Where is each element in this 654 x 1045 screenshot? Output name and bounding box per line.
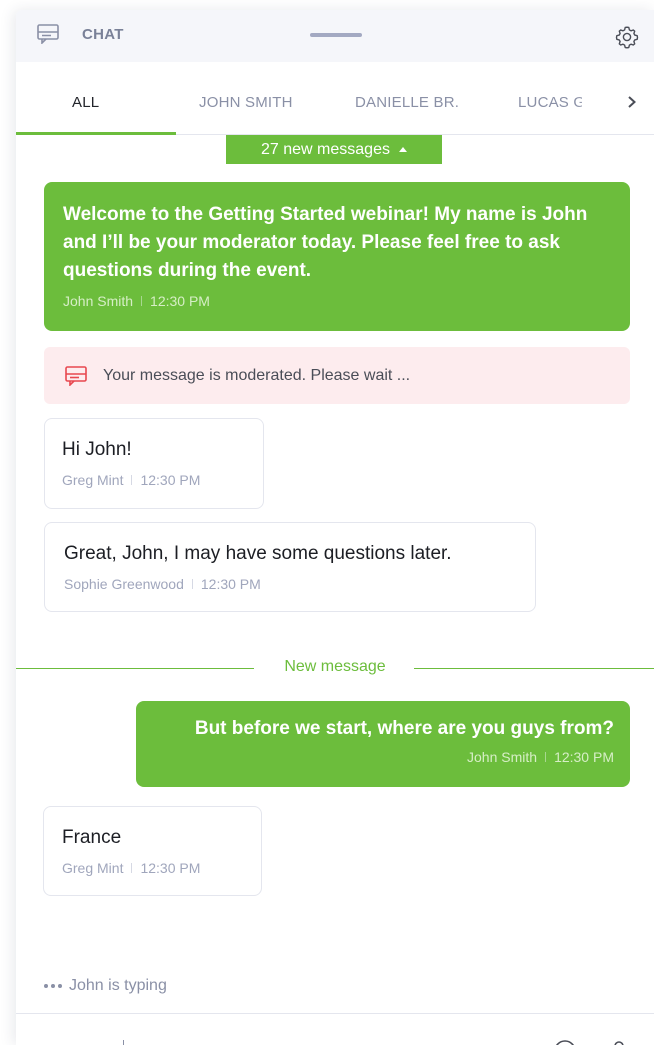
new-message-divider: New message: [16, 658, 654, 678]
chat-tabs: ALL JOHN SMITH DANIELLE BR. LUCAS GR: [16, 62, 654, 135]
typing-dots-icon: [44, 984, 62, 988]
message-meta: Greg Mint 12:30 PM: [62, 860, 245, 876]
meta-separator: [191, 579, 193, 589]
message-time: 12:30 PM: [150, 293, 210, 309]
message-bubble-incoming: France Greg Mint 12:30 PM: [43, 806, 262, 896]
moderation-notice: Your message is moderated. Please wait .…: [44, 347, 630, 404]
meta-separator: [131, 863, 133, 873]
chevron-right-icon[interactable]: [626, 95, 638, 109]
message-bubble-outgoing: But before we start, where are you guys …: [136, 701, 630, 787]
tab-all[interactable]: ALL: [72, 94, 99, 111]
message-time: 12:30 PM: [140, 860, 201, 876]
message-bubble-outgoing: Welcome to the Getting Started webinar! …: [44, 182, 630, 331]
message-bubble-incoming: Hi John! Greg Mint 12:30 PM: [44, 418, 264, 509]
message-author: Greg Mint: [62, 472, 124, 488]
emoji-icon[interactable]: [552, 1038, 578, 1045]
new-messages-label: 27 new messages: [261, 140, 390, 158]
chat-header[interactable]: CHAT: [16, 10, 654, 62]
message-bubble-incoming: Great, John, I may have some questions l…: [44, 522, 536, 612]
message-meta: John Smith 12:30 PM: [152, 749, 614, 765]
divider-label: New message: [284, 658, 386, 675]
divider-line: [16, 668, 254, 669]
chat-icon: [37, 24, 59, 44]
moderation-text: Your message is moderated. Please wait .…: [103, 366, 411, 384]
text-cursor: [123, 1040, 124, 1045]
message-text: Great, John, I may have some questions l…: [64, 543, 452, 564]
message-text: But before we start, where are you guys …: [194, 718, 614, 739]
drag-handle[interactable]: [310, 33, 362, 37]
message-input-area[interactable]: [16, 1013, 654, 1045]
message-meta: Greg Mint 12:30 PM: [62, 472, 247, 488]
meta-separator: [141, 296, 143, 306]
message-author: Sophie Greenwood: [64, 576, 184, 592]
typing-indicator: John is typing: [44, 977, 167, 995]
message-meta: Sophie Greenwood 12:30 PM: [64, 576, 519, 592]
meta-separator: [545, 752, 547, 762]
chat-panel: CHAT ALL JOHN SMITH DANIELLE BR. LUCAS G…: [16, 10, 654, 1045]
message-author: John Smith: [467, 749, 538, 765]
tab-lucas-gr[interactable]: LUCAS GR: [518, 94, 582, 111]
attachment-icon[interactable]: [606, 1038, 632, 1045]
tab-danielle-br[interactable]: DANIELLE BR.: [355, 94, 459, 111]
typing-text: John is typing: [69, 977, 167, 994]
message-meta: John Smith 12:30 PM: [63, 293, 612, 309]
message-time: 12:30 PM: [200, 576, 261, 592]
message-time: 12:30 PM: [554, 749, 614, 765]
divider-line: [414, 668, 654, 669]
message-author: Greg Mint: [62, 860, 124, 876]
message-time: 12:30 PM: [140, 472, 201, 488]
message-text: Hi John!: [62, 439, 132, 460]
active-tab-indicator: [16, 132, 176, 135]
message-text: Welcome to the Getting Started webinar! …: [63, 204, 588, 281]
message-author: John Smith: [63, 293, 134, 309]
caret-up-icon: [398, 146, 407, 152]
meta-separator: [131, 475, 133, 485]
message-text: France: [62, 827, 122, 848]
tab-john-smith[interactable]: JOHN SMITH: [199, 94, 293, 111]
moderated-chat-icon: [65, 365, 87, 386]
chat-title: CHAT: [82, 26, 124, 43]
tab-fade: [576, 82, 622, 122]
gear-icon[interactable]: [614, 24, 640, 50]
new-messages-button[interactable]: 27 new messages: [226, 135, 442, 164]
